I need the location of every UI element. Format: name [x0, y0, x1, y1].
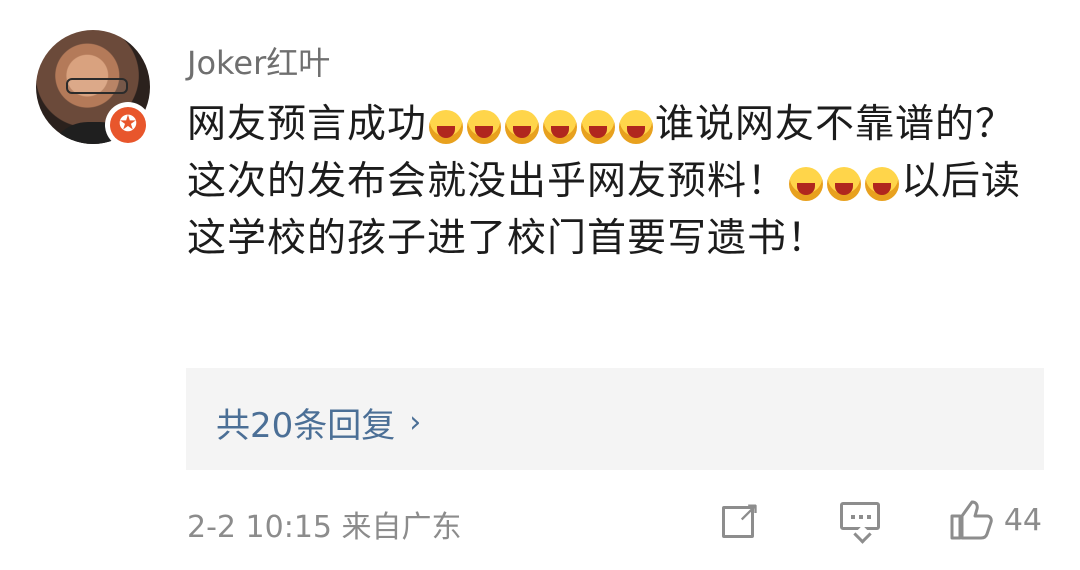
thumbs-up-icon — [948, 498, 994, 542]
laughing-face-emoji-icon — [827, 166, 862, 201]
share-button[interactable]: ↗ — [720, 495, 761, 540]
laughing-face-emoji-icon — [789, 166, 824, 201]
laughing-face-emoji-icon — [865, 166, 900, 201]
like-button[interactable]: 44 — [948, 498, 1042, 542]
arrow-up-right-icon: ↗ — [736, 495, 761, 528]
emoji-group-3 — [865, 166, 900, 201]
chevron-right-icon: › — [409, 405, 422, 440]
comment-text: 网友预言成功 谁说网友不靠谱的？这次的发布会就没出乎网友预料！ 以后读这学校的孩… — [187, 96, 1047, 267]
laughing-face-emoji-icon — [619, 109, 654, 144]
view-replies-link[interactable]: 共20条回复 › — [216, 398, 421, 447]
comment-icon — [839, 502, 880, 530]
comment-meta: 2-2 10:15 来自广东 — [187, 502, 462, 546]
verified-badge: ✪ — [105, 102, 151, 148]
laughing-face-emoji-icon — [467, 109, 502, 144]
comment-text-part1: 网友预言成功 — [187, 102, 428, 147]
comment-location: 来自广东 — [341, 510, 462, 545]
replies-panel: 共20条回复 › — [186, 368, 1044, 470]
replies-label: 共20条回复 — [216, 406, 396, 446]
comment-actions: ↗ 44 — [720, 495, 1042, 544]
laughing-face-emoji-icon — [505, 109, 540, 144]
laughing-face-emoji-icon — [543, 109, 578, 144]
like-count: 44 — [1003, 502, 1042, 538]
comment-button[interactable] — [838, 500, 884, 544]
comment-datetime: 2-2 10:15 — [187, 510, 332, 545]
emoji-group-2 — [789, 166, 862, 201]
laughing-face-emoji-icon — [581, 109, 616, 144]
star-badge-icon: ✪ — [110, 107, 146, 143]
avatar-glasses — [66, 78, 128, 94]
emoji-group-1 — [429, 109, 654, 144]
laughing-face-emoji-icon — [429, 109, 464, 144]
username[interactable]: Joker红叶 — [187, 38, 330, 84]
